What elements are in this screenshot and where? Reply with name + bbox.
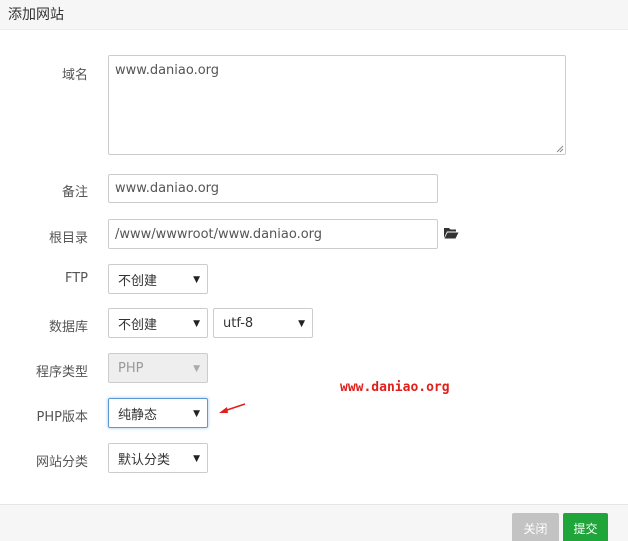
caret-down-icon: ▼: [298, 319, 305, 329]
root-dir-label: 根目录: [48, 231, 88, 246]
submit-button[interactable]: 提交: [563, 513, 608, 541]
caret-down-icon: ▼: [193, 275, 200, 285]
caret-down-icon: ▼: [193, 364, 200, 374]
ftp-select[interactable]: 不创建 ▼: [108, 264, 208, 294]
php-version-selected: 纯静态: [118, 407, 158, 423]
domain-value: www.daniao.org: [115, 63, 220, 78]
program-type-label: 程序类型: [35, 365, 88, 380]
resize-grip-icon[interactable]: [556, 145, 564, 153]
charset-selected: utf-8: [223, 315, 254, 331]
site-category-selected: 默认分类: [118, 452, 171, 468]
site-category-label: 网站分类: [35, 455, 88, 470]
red-arrow-icon: [219, 403, 246, 413]
ftp-selected: 不创建: [118, 273, 158, 289]
remark-input[interactable]: www.daniao.org: [108, 174, 438, 203]
database-select[interactable]: 不创建 ▼: [108, 308, 208, 338]
domain-label: 域名: [61, 68, 88, 83]
charset-select[interactable]: utf-8 ▼: [213, 308, 313, 338]
php-version-select[interactable]: 纯静态 ▼: [108, 398, 208, 428]
caret-down-icon: ▼: [193, 319, 200, 329]
remark-value: www.daniao.org: [115, 181, 220, 196]
domain-textarea[interactable]: www.daniao.org: [108, 55, 566, 155]
php-version-label: PHP版本: [36, 410, 88, 425]
close-button[interactable]: 关闭: [512, 513, 559, 541]
root-dir-value: /www/wwwroot/www.daniao.org: [115, 226, 323, 242]
database-label: 数据库: [48, 320, 88, 335]
root-dir-input[interactable]: /www/wwwroot/www.daniao.org: [108, 219, 438, 249]
program-type-selected: PHP: [118, 360, 144, 376]
database-selected: 不创建: [118, 317, 158, 333]
dialog-title: 添加网站: [8, 7, 64, 23]
dialog-header: 添加网站: [0, 0, 628, 30]
caret-down-icon: ▼: [193, 454, 200, 464]
folder-open-icon[interactable]: [443, 226, 459, 240]
remark-label: 备注: [61, 185, 88, 200]
program-type-select: PHP ▼: [108, 353, 208, 383]
caret-down-icon: ▼: [193, 409, 200, 419]
site-category-select[interactable]: 默认分类 ▼: [108, 443, 208, 473]
ftp-label: FTP: [64, 271, 88, 286]
watermark-annotation: www.daniao.org: [340, 380, 450, 395]
